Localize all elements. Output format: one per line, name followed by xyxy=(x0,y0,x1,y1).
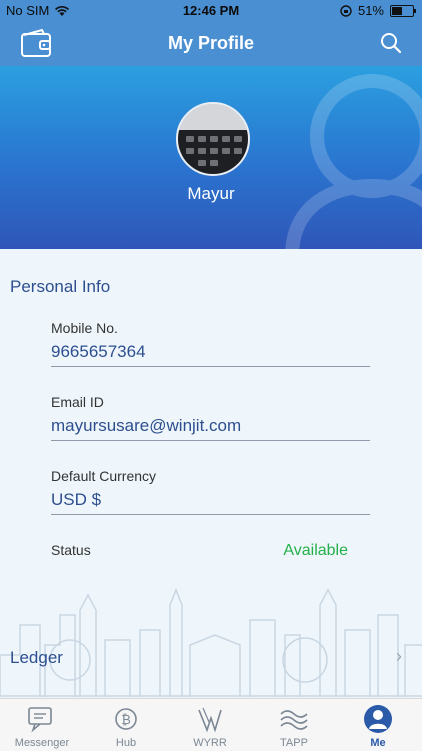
search-icon[interactable] xyxy=(380,32,402,54)
tab-tapp[interactable]: TAPP xyxy=(252,699,336,751)
mobile-value[interactable]: 9665657364 xyxy=(51,342,370,367)
status-right: 51% xyxy=(340,3,416,18)
mobile-label: Mobile No. xyxy=(51,320,118,336)
email-field: Email ID mayursusare@winjit.com xyxy=(51,394,370,441)
profile-name: Mayur xyxy=(187,184,235,203)
email-label: Email ID xyxy=(51,394,104,410)
ledger-link[interactable]: Ledger xyxy=(10,648,63,668)
currency-field: Default Currency USD $ xyxy=(51,468,370,515)
tab-me-label: Me xyxy=(370,737,386,749)
chevron-right-icon[interactable]: › xyxy=(396,646,402,667)
tab-bar: Messenger ₿ Hub WYRR TAPP Me xyxy=(0,698,422,751)
avatar[interactable] xyxy=(176,102,250,176)
nav-bar: My Profile xyxy=(0,22,422,66)
chat-icon xyxy=(28,707,52,733)
svg-text:₿: ₿ xyxy=(121,713,131,728)
battery-icon xyxy=(390,4,416,17)
status-value[interactable]: Available xyxy=(283,542,348,560)
currency-label: Default Currency xyxy=(51,468,157,484)
user-icon xyxy=(364,705,392,733)
rotation-lock-icon xyxy=(340,4,352,17)
tab-messenger-label: Messenger xyxy=(14,737,70,749)
profile-banner: Mayur xyxy=(0,66,422,249)
page-title: My Profile xyxy=(167,33,255,53)
mobile-field: Mobile No. 9665657364 xyxy=(51,320,370,367)
email-value[interactable]: mayursusare@winjit.com xyxy=(51,416,370,441)
section-title-personal-info: Personal Info xyxy=(10,277,111,296)
status-row[interactable]: Status Available xyxy=(51,542,348,560)
battery-percent: 51% xyxy=(357,3,384,18)
wave-icon xyxy=(280,710,308,730)
status-bar: No SIM 12:46 PM 51% xyxy=(0,0,422,22)
avatar-photo xyxy=(178,104,248,174)
tab-tapp-label: TAPP xyxy=(280,737,308,749)
person-watermark-icon xyxy=(285,74,422,249)
currency-value[interactable]: USD $ xyxy=(51,490,370,515)
tab-messenger[interactable]: Messenger xyxy=(0,699,84,751)
tab-me[interactable]: Me xyxy=(336,699,420,751)
tab-hub-label: Hub xyxy=(115,737,137,749)
city-skyline-illustration xyxy=(0,587,422,697)
tab-hub[interactable]: ₿ Hub xyxy=(84,699,168,751)
bitcoin-icon: ₿ xyxy=(115,708,137,730)
wyrr-icon xyxy=(198,707,222,733)
tab-wyrr-label: WYRR xyxy=(193,737,227,749)
tab-wyrr[interactable]: WYRR xyxy=(168,699,252,751)
